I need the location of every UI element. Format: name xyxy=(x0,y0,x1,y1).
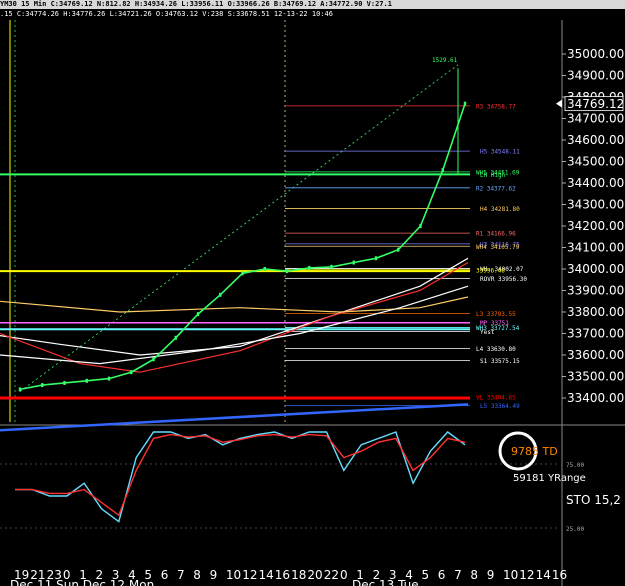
price-bar xyxy=(196,312,200,317)
time-tick-label: 6 xyxy=(161,568,169,582)
level-label: 33996.46 xyxy=(476,267,505,274)
price-bar xyxy=(241,271,244,276)
price-bar xyxy=(174,335,177,340)
level-label: Yest xyxy=(480,329,495,336)
price-bar xyxy=(308,265,311,270)
price-bar xyxy=(441,168,444,173)
price-tick-label: 33500.00 xyxy=(567,370,624,384)
price-tick-label: 34000.00 xyxy=(567,262,624,276)
time-tick-label: 22 xyxy=(324,568,339,582)
time-tick-label: 9 xyxy=(487,568,495,582)
price-bar xyxy=(130,370,133,375)
price-tick-label: 34700.00 xyxy=(567,112,624,126)
level-label: R3 34758.77 xyxy=(476,103,516,110)
session-label: Dec 13 Tue xyxy=(352,578,419,586)
price-bar xyxy=(374,256,378,261)
level-label: R2 34377.62 xyxy=(476,185,516,192)
price-chart[interactable]: R3 34758.77H5 34548.11WH5 34451.69LH Hig… xyxy=(0,0,625,586)
time-tick-label: 20 xyxy=(307,568,322,582)
time-tick-label: 7 xyxy=(177,568,185,582)
level-label: L5 33364.49 xyxy=(480,403,520,410)
osc-tick-label: 75.00 xyxy=(566,462,584,469)
price-bar xyxy=(397,247,400,252)
time-tick-label: 10 xyxy=(503,568,518,582)
price-tick-label: 34100.00 xyxy=(567,241,624,255)
price-bar xyxy=(463,101,467,106)
moving-average-line xyxy=(0,296,469,313)
price-bar xyxy=(18,387,22,392)
level-label: L4 33630.80 xyxy=(476,346,516,353)
price-tick-label: 33400.00 xyxy=(567,391,624,405)
oscillator-line xyxy=(15,431,466,523)
price-bar xyxy=(219,292,222,297)
level-label: S1 33575.15 xyxy=(480,358,520,365)
price-bar xyxy=(107,376,111,381)
price-tick-label: 34300.00 xyxy=(567,198,624,212)
price-bar xyxy=(330,264,333,269)
time-tick-label: 18 xyxy=(291,568,306,582)
sto-value: STO 15,2 xyxy=(566,493,621,507)
yrange-value: 59181 YRange xyxy=(513,473,586,484)
time-tick-label: 8 xyxy=(470,568,478,582)
spike-annotation: 1529.61 xyxy=(432,57,458,64)
level-label: H4 34281.80 xyxy=(480,206,520,213)
price-tick-label: 34200.00 xyxy=(567,219,624,233)
trend-line xyxy=(19,64,459,392)
time-tick-label: 0 xyxy=(340,568,348,582)
time-tick-label: 16 xyxy=(552,568,567,582)
price-tick-label: 34400.00 xyxy=(567,176,624,190)
td-value: 9785 TD xyxy=(511,445,558,458)
level-label: LH High xyxy=(480,172,506,179)
price-tick-label: 33900.00 xyxy=(567,284,624,298)
current-price-arrow xyxy=(556,99,562,108)
level-label: L3 33793.55 xyxy=(476,311,516,318)
time-tick-label: 6 xyxy=(438,568,446,582)
price-tick-label: 34900.00 xyxy=(567,69,624,83)
level-label: R1 34166.96 xyxy=(476,231,516,238)
price-bar xyxy=(285,269,289,274)
price-tick-label: 35000.00 xyxy=(567,47,624,61)
price-bar xyxy=(41,383,44,388)
time-tick-label: 8 xyxy=(193,568,201,582)
price-tick-label: 33600.00 xyxy=(567,348,624,362)
level-label: WH4 34105.79 xyxy=(476,244,520,251)
level-label: ROVR 33956.30 xyxy=(480,276,527,283)
level-label: H5 34548.11 xyxy=(480,149,520,156)
session-label: Dec 11 Sun Dec 12 Mon xyxy=(10,578,154,586)
osc-tick-label: 25.00 xyxy=(566,526,584,533)
level-label: VL 33404.65 xyxy=(476,395,516,402)
price-bar xyxy=(85,378,88,383)
time-tick-label: 12 xyxy=(519,568,534,582)
time-tick-label: 7 xyxy=(454,568,462,582)
time-tick-label: 9 xyxy=(210,568,218,582)
oscillator-line xyxy=(15,433,466,517)
price-tick-label: 34600.00 xyxy=(567,133,624,147)
price-tick-label: 34500.00 xyxy=(567,155,624,169)
moving-average-line xyxy=(0,257,469,356)
time-tick-label: 14 xyxy=(259,568,274,582)
price-tick-label: 33700.00 xyxy=(567,327,624,341)
time-tick-label: 10 xyxy=(226,568,241,582)
moving-average-line xyxy=(0,261,469,373)
moving-average-line xyxy=(0,403,469,432)
price-bar xyxy=(419,224,422,228)
price-tick-label: 33800.00 xyxy=(567,305,624,319)
time-tick-label: 16 xyxy=(275,568,290,582)
time-tick-label: 14 xyxy=(536,568,551,582)
price-bar xyxy=(152,357,155,362)
time-tick-label: 12 xyxy=(242,568,257,582)
time-tick-label: 5 xyxy=(422,568,430,582)
price-bar xyxy=(63,380,66,385)
current-price-label: 34769.12 xyxy=(567,97,624,111)
price-bar xyxy=(352,260,355,265)
price-bar xyxy=(263,267,266,271)
